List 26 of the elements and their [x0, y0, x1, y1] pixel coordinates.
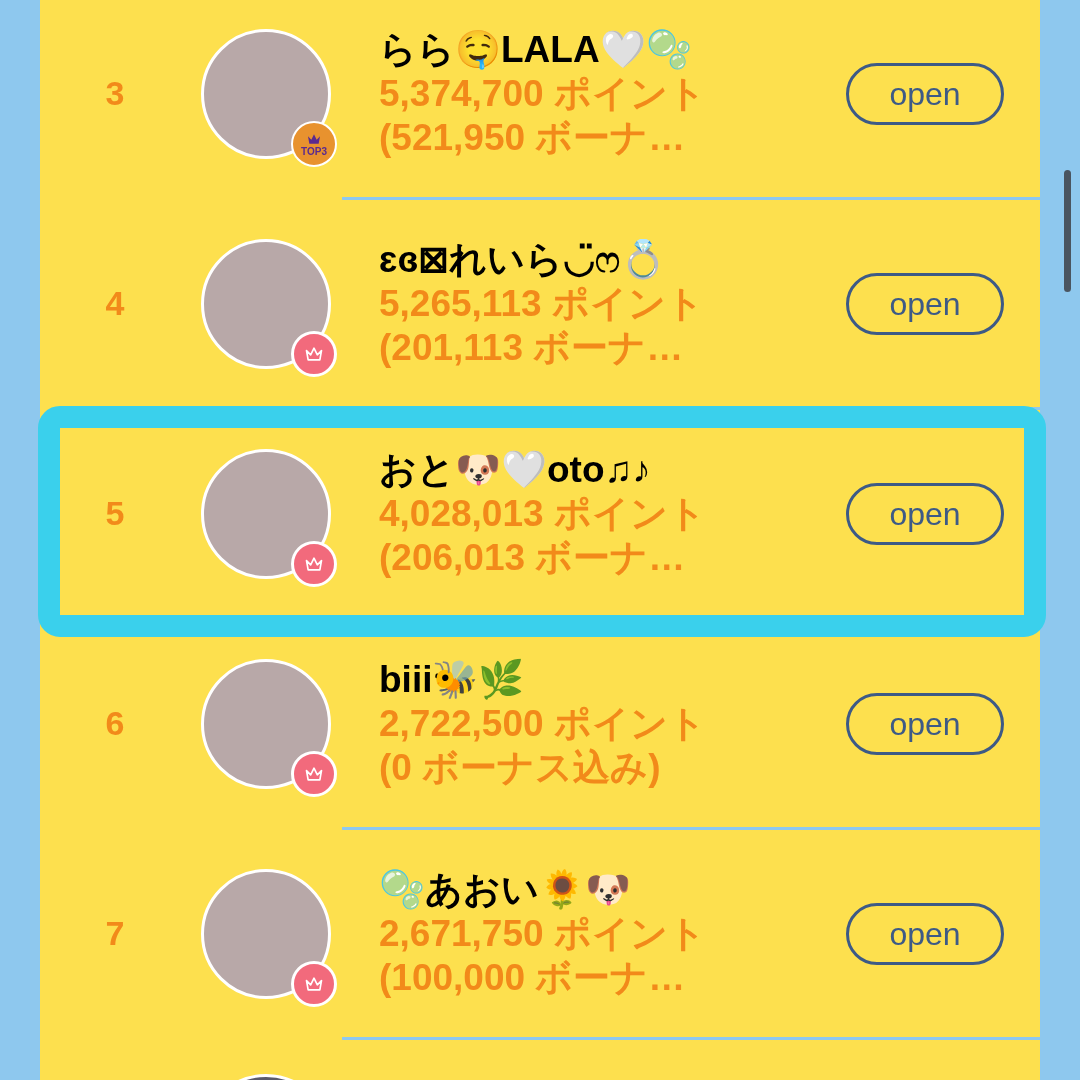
points-text: 2,722,500 ポイント	[379, 701, 707, 746]
open-button[interactable]: open	[846, 62, 1004, 125]
user-name: 🫧あおい🌻🐶	[379, 867, 632, 912]
rank-number: 6	[105, 703, 125, 744]
open-button[interactable]: open	[846, 272, 1004, 335]
points-text: 5,374,700 ポイント	[379, 71, 707, 116]
open-button[interactable]: open	[846, 692, 1004, 755]
rank-number: 3	[105, 73, 125, 114]
user-name: おと🐶🤍oto♫♪	[379, 447, 652, 492]
points-text: 4,028,013 ポイント	[379, 491, 707, 536]
user-name: ɛɞ⊠れいら◡̈ෆ💍	[379, 237, 668, 282]
bonus-text: (100,000 ボーナ…	[379, 955, 687, 1000]
open-button[interactable]: open	[846, 902, 1004, 965]
rank-number: 7	[105, 913, 125, 954]
rank-number: 4	[105, 283, 125, 324]
bonus-text: (0 ボーナス込み)	[379, 745, 662, 790]
user-name: らら🤤LALA🤍🫧	[379, 27, 693, 72]
rank-number: 5	[105, 493, 125, 534]
bonus-text: (206,013 ボーナ…	[379, 535, 687, 580]
scrollbar[interactable]	[1064, 170, 1071, 292]
user-name: biii🐝🌿	[379, 657, 526, 702]
points-text: 2,671,750 ポイント	[379, 911, 707, 956]
bonus-text: (201,113 ボーナ…	[379, 325, 685, 370]
open-button[interactable]: open	[846, 482, 1004, 545]
bonus-text: (521,950 ボーナ…	[379, 115, 687, 160]
points-text: 5,265,113 ポイント	[379, 281, 705, 326]
